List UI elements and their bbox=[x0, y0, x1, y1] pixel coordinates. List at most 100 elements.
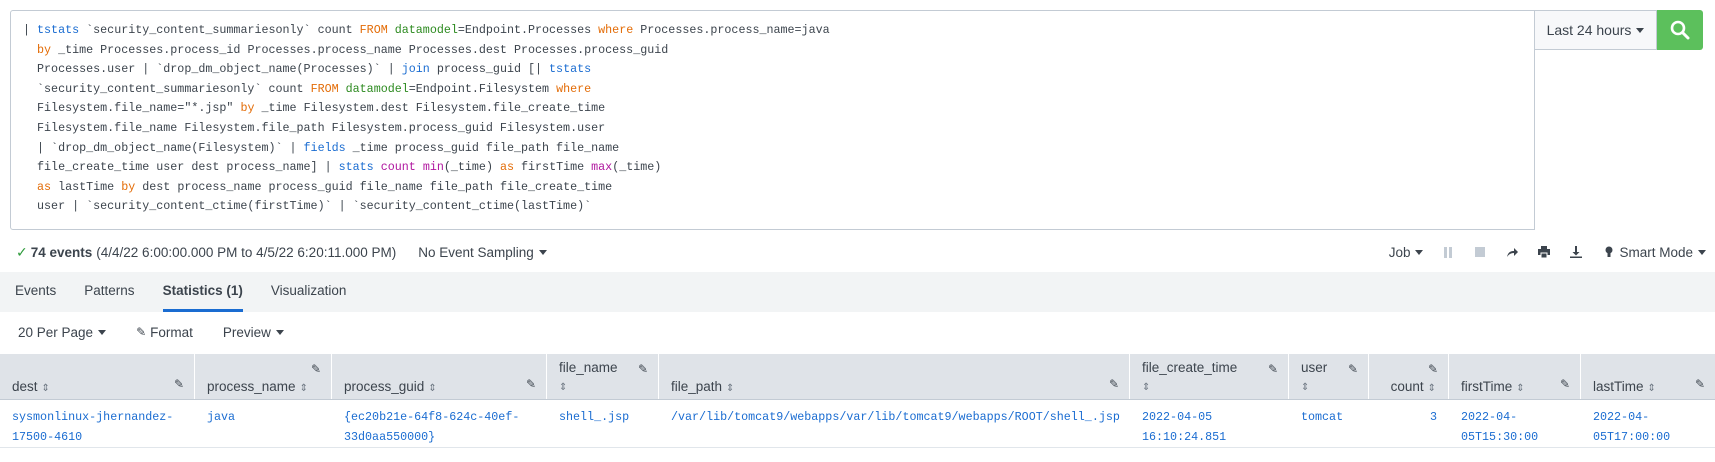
events-count: 74 events bbox=[30, 244, 93, 260]
cell-last-time[interactable]: 2022-04- 05T17:00:00 bbox=[1581, 400, 1715, 447]
sort-icon[interactable]: ⇕ bbox=[300, 383, 308, 394]
chevron-down-icon bbox=[98, 329, 107, 335]
query-keyword: fields bbox=[303, 140, 346, 155]
pencil-icon[interactable]: ✎ bbox=[1695, 377, 1705, 391]
pencil-icon[interactable]: ✎ bbox=[174, 377, 184, 391]
table-header: dest ⇕ ✎ process_name ⇕ ✎ process_guid ⇕ ✎ … bbox=[0, 354, 1715, 400]
sort-icon[interactable]: ⇕ bbox=[1516, 383, 1524, 394]
query-keyword: where bbox=[556, 81, 592, 96]
cell-first-time[interactable]: 2022-04- 05T15:30:00 bbox=[1449, 400, 1581, 447]
cell-user[interactable]: tomcat bbox=[1289, 400, 1369, 447]
events-time-range: (4/4/22 6:00:00.000 PM to 4/5/22 6:20:11… bbox=[96, 244, 397, 260]
query-text: `security_content_summariesonly` count bbox=[23, 81, 311, 96]
column-header-count[interactable]: count ⇕ ✎ bbox=[1369, 354, 1449, 399]
cell-file-path[interactable]: /var/lib/tomcat9/webapps/var/lib/tomcat9… bbox=[659, 400, 1130, 447]
query-text bbox=[416, 160, 423, 174]
lightbulb-icon bbox=[1605, 246, 1613, 257]
sort-icon[interactable]: ⇕ bbox=[1301, 382, 1309, 393]
chevron-down-icon bbox=[1636, 27, 1645, 33]
results-toolbar: 20 Per Page ✎ Format Preview bbox=[18, 322, 314, 342]
tab-statistics[interactable]: Statistics (1) bbox=[162, 283, 244, 312]
sort-icon[interactable]: ⇕ bbox=[559, 382, 567, 393]
pencil-icon[interactable]: ✎ bbox=[1428, 362, 1438, 376]
column-header-last-time[interactable]: lastTime ⇕ ✎ bbox=[1581, 354, 1715, 399]
cell-process-guid[interactable]: {ec20b21e-64f8-624c-40ef- 33d0aa550000} bbox=[332, 400, 547, 447]
search-mode-label: Smart Mode bbox=[1619, 244, 1693, 260]
cell-process-name[interactable]: java bbox=[195, 400, 332, 447]
event-sampling-dropdown[interactable]: No Event Sampling bbox=[418, 245, 547, 260]
search-query-input[interactable]: | tstats `security_content_summariesonly… bbox=[10, 10, 1535, 230]
column-header-file-path[interactable]: file_path ⇕ ✎ bbox=[659, 354, 1130, 399]
query-line: | `drop_dm_object_name(Filesystem)` | fi… bbox=[23, 139, 1522, 159]
query-keyword: tstats bbox=[37, 23, 80, 37]
pause-icon[interactable] bbox=[1441, 245, 1455, 259]
statistics-table: dest ⇕ ✎ process_name ⇕ ✎ process_guid ⇕ ✎ … bbox=[0, 354, 1715, 448]
event-sampling-label: No Event Sampling bbox=[418, 244, 534, 260]
query-keyword: count bbox=[380, 160, 416, 175]
column-header-dest[interactable]: dest ⇕ ✎ bbox=[0, 354, 195, 399]
cell-file-name[interactable]: shell_.jsp bbox=[547, 400, 659, 447]
per-page-dropdown[interactable]: 20 Per Page bbox=[18, 325, 107, 340]
column-header-user[interactable]: user ⇕ ✎ bbox=[1289, 354, 1369, 399]
query-text: =Endpoint.Processes bbox=[457, 23, 599, 37]
print-icon[interactable] bbox=[1537, 245, 1551, 259]
cell-file-create-time[interactable]: 2022-04-05 16:10:24.851 bbox=[1130, 400, 1289, 447]
format-button[interactable]: ✎ Format bbox=[136, 325, 193, 340]
query-keyword: by bbox=[37, 42, 52, 57]
sort-icon[interactable]: ⇕ bbox=[42, 383, 50, 394]
format-label: Format bbox=[150, 324, 193, 340]
query-text bbox=[23, 180, 37, 194]
share-icon[interactable] bbox=[1505, 245, 1519, 259]
export-icon[interactable] bbox=[1569, 245, 1583, 259]
query-keyword: where bbox=[598, 23, 634, 37]
search-mode-dropdown[interactable]: Smart Mode bbox=[1605, 245, 1706, 260]
checkmark-icon: ✓ bbox=[16, 243, 28, 260]
tab-events[interactable]: Events bbox=[15, 283, 56, 312]
query-text: file_create_time user dest process_name]… bbox=[23, 160, 339, 175]
table-row: sysmonlinux-jhernandez- 17500-4610 java … bbox=[0, 400, 1715, 448]
query-line: file_create_time user dest process_name]… bbox=[23, 158, 1522, 178]
query-text: _time Processes.process_id Processes.pro… bbox=[51, 42, 669, 57]
tab-visualization[interactable]: Visualization bbox=[271, 283, 347, 312]
query-text: `security_content_summariesonly` count bbox=[79, 23, 360, 37]
cell-dest[interactable]: sysmonlinux-jhernandez- 17500-4610 bbox=[0, 400, 195, 447]
pencil-icon[interactable]: ✎ bbox=[311, 362, 321, 376]
sort-icon[interactable]: ⇕ bbox=[1648, 383, 1656, 394]
query-line: | tstats `security_content_summariesonly… bbox=[23, 21, 1522, 41]
query-text bbox=[374, 160, 381, 174]
column-header-file-name[interactable]: file_name ⇕ ✎ bbox=[547, 354, 659, 399]
job-status-bar: ✓ 74 events (4/4/22 6:00:00.000 PM to 4/… bbox=[16, 242, 1706, 262]
pencil-icon[interactable]: ✎ bbox=[1268, 362, 1278, 376]
pencil-icon[interactable]: ✎ bbox=[1109, 377, 1119, 391]
column-header-first-time[interactable]: firstTime ⇕ ✎ bbox=[1449, 354, 1581, 399]
time-range-picker[interactable]: Last 24 hours bbox=[1535, 10, 1657, 50]
query-text: process_guid [| bbox=[429, 62, 550, 77]
sort-icon[interactable]: ⇕ bbox=[726, 383, 734, 394]
column-header-process-name[interactable]: process_name ⇕ ✎ bbox=[195, 354, 332, 399]
query-text: lastTime bbox=[51, 179, 122, 194]
query-text: (_time) bbox=[612, 160, 662, 175]
query-line: as lastTime by dest process_name process… bbox=[23, 178, 1522, 198]
column-header-file-create-time[interactable]: file_create_time ⇕ ✎ bbox=[1130, 354, 1289, 399]
query-line: `security_content_summariesonly` count F… bbox=[23, 80, 1522, 100]
search-button[interactable] bbox=[1657, 10, 1703, 50]
query-keyword: datamodel bbox=[345, 81, 409, 96]
sort-icon[interactable]: ⇕ bbox=[1142, 382, 1150, 393]
column-header-process-guid[interactable]: process_guid ⇕ ✎ bbox=[332, 354, 547, 399]
sort-icon[interactable]: ⇕ bbox=[428, 383, 436, 394]
job-dropdown[interactable]: Job bbox=[1389, 245, 1424, 260]
sort-icon[interactable]: ⇕ bbox=[1428, 383, 1436, 394]
stop-icon[interactable] bbox=[1473, 245, 1487, 259]
query-text: (_time) bbox=[443, 160, 500, 175]
pencil-icon[interactable]: ✎ bbox=[638, 362, 648, 376]
query-text bbox=[23, 43, 37, 57]
tab-patterns[interactable]: Patterns bbox=[84, 283, 134, 312]
pencil-icon[interactable]: ✎ bbox=[1560, 377, 1570, 391]
pencil-icon[interactable]: ✎ bbox=[1348, 362, 1358, 376]
cell-count[interactable]: 3 bbox=[1369, 400, 1449, 447]
query-line: Filesystem.file_name Filesystem.file_pat… bbox=[23, 119, 1522, 139]
preview-dropdown[interactable]: Preview bbox=[223, 325, 284, 340]
query-text: _time process_guid file_path file_name bbox=[345, 140, 620, 155]
time-range-label: Last 24 hours bbox=[1546, 22, 1632, 38]
pencil-icon[interactable]: ✎ bbox=[526, 377, 536, 391]
